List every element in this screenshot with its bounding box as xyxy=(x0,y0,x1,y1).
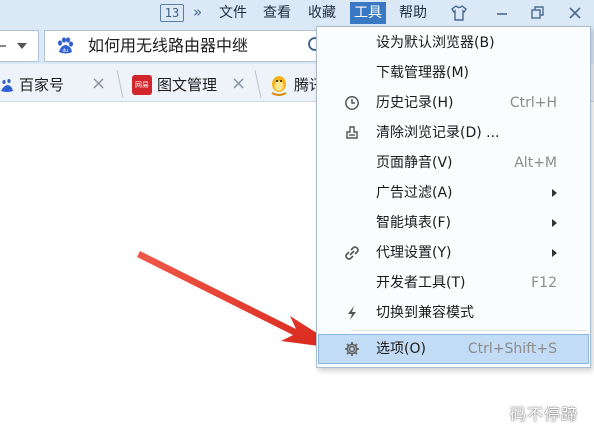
netease-logo-icon: 网易 xyxy=(132,75,152,95)
tab-tencent[interactable]: 腾讯 xyxy=(266,70,324,100)
menu-item-shortcut: Ctrl+Shift+S xyxy=(467,341,557,357)
close-window-icon[interactable] xyxy=(565,3,585,23)
address-dropdown[interactable] xyxy=(0,30,39,62)
submenu-arrow-icon xyxy=(552,249,557,257)
skin-shirt-icon[interactable] xyxy=(449,3,469,23)
gear-icon xyxy=(345,342,359,356)
menu-help[interactable]: 帮助 xyxy=(399,4,427,22)
menu-item-label: 开发者工具(T) xyxy=(376,275,466,291)
menu-separator xyxy=(351,330,587,331)
menu-item-mute-page[interactable]: 页面静音(V) Alt+M xyxy=(318,148,589,178)
menu-item-clear-history[interactable]: 清除浏览记录(D) ... xyxy=(318,118,589,148)
tab-label: 图文管理 xyxy=(157,76,218,94)
baidu-paw-icon: du xyxy=(58,37,73,54)
menu-item-label: 页面静音(V) xyxy=(376,155,453,171)
more-menus-chevron[interactable]: » xyxy=(193,4,202,20)
menu-item-label: 代理设置(Y) xyxy=(376,245,452,261)
menu-bar: 13 » 文件 查看 收藏 工具 帮助 xyxy=(0,0,594,26)
menu-item-label: 广告过滤(A) xyxy=(376,185,453,201)
svg-text:du: du xyxy=(63,48,69,54)
qq-penguin-icon xyxy=(271,76,287,96)
clock-icon xyxy=(345,96,359,110)
baidu-paw-icon xyxy=(1,79,13,92)
menu-item-set-default-browser[interactable]: 设为默认浏览器(B) xyxy=(318,28,589,58)
watermark-text: 码不停蹄 xyxy=(510,405,579,424)
submenu-arrow-icon xyxy=(552,219,557,227)
menu-item-ad-filter[interactable]: 广告过滤(A) xyxy=(318,178,589,208)
restore-icon[interactable] xyxy=(527,3,547,23)
menu-item-label: 智能填表(F) xyxy=(376,215,451,231)
link-icon xyxy=(345,246,359,260)
menu-item-developer-tools[interactable]: 开发者工具(T) F12 xyxy=(318,268,589,298)
chevron-down-icon xyxy=(17,43,27,49)
tab-count-badge[interactable]: 13 xyxy=(160,4,184,22)
menu-item-shortcut: Ctrl+H xyxy=(509,95,557,111)
dropdown-dash xyxy=(0,45,6,47)
tab-image-text-management[interactable]: 网易 图文管理 × xyxy=(130,70,256,100)
menu-item-proxy-settings[interactable]: 代理设置(Y) xyxy=(318,238,589,268)
eraser-icon xyxy=(346,126,358,139)
menu-item-label: 切换到兼容模式 xyxy=(376,305,474,321)
menu-favorites[interactable]: 收藏 xyxy=(308,4,336,22)
tab-divider xyxy=(116,70,124,98)
tab-divider xyxy=(254,70,262,98)
menu-item-shortcut: F12 xyxy=(531,275,557,291)
tools-menu: 设为默认浏览器(B) 下载管理器(M) 历史记录(H) Ctrl+H 清除浏览记… xyxy=(316,26,591,368)
menu-item-label: 下载管理器(M) xyxy=(376,65,470,81)
search-input[interactable]: du 如何用无线路由器中继 xyxy=(44,30,336,62)
menu-item-smart-form-fill[interactable]: 智能填表(F) xyxy=(318,208,589,238)
menu-item-label: 清除浏览记录(D) ... xyxy=(376,125,500,141)
menu-tools[interactable]: 工具 xyxy=(350,2,386,24)
tab-label: 百家号 xyxy=(19,76,65,94)
menu-item-download-manager[interactable]: 下载管理器(M) xyxy=(318,58,589,88)
search-query-text: 如何用无线路由器中继 xyxy=(88,36,249,55)
menu-item-compat-mode[interactable]: 切换到兼容模式 xyxy=(318,298,589,328)
menu-item-options[interactable]: 选项(O) Ctrl+Shift+S xyxy=(318,334,589,364)
tab-baijiahao[interactable]: 百家号 × xyxy=(0,70,118,100)
lightning-icon xyxy=(348,306,356,320)
tab-close-icon[interactable]: × xyxy=(91,75,106,93)
menu-item-history[interactable]: 历史记录(H) Ctrl+H xyxy=(318,88,589,118)
submenu-arrow-icon xyxy=(552,189,557,197)
minimize-icon[interactable] xyxy=(492,3,512,23)
menu-item-label: 选项(O) xyxy=(376,341,426,357)
menu-item-label: 设为默认浏览器(B) xyxy=(376,35,495,51)
menu-item-label: 历史记录(H) xyxy=(376,95,454,111)
menu-view[interactable]: 查看 xyxy=(263,4,291,22)
menu-item-shortcut: Alt+M xyxy=(514,155,557,171)
tab-close-icon[interactable]: × xyxy=(231,75,246,93)
menu-file[interactable]: 文件 xyxy=(219,4,247,22)
